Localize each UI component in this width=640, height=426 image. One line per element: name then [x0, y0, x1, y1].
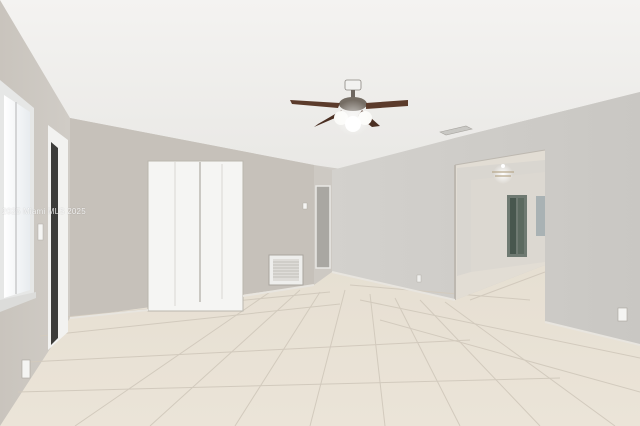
outlet-right: [617, 307, 628, 322]
outlet-mid: [416, 274, 422, 283]
room-illustration: [0, 0, 640, 426]
return-vent: [268, 254, 304, 286]
room-photo: 2025 Miami MLS 2025: [0, 0, 640, 426]
closet-doors: [147, 160, 244, 312]
left-window: [0, 80, 36, 312]
outlet-left: [21, 359, 31, 379]
hallway-door: [315, 185, 331, 269]
thermostat: [302, 202, 308, 210]
mls-watermark: 2025 Miami MLS 2025: [2, 207, 86, 216]
